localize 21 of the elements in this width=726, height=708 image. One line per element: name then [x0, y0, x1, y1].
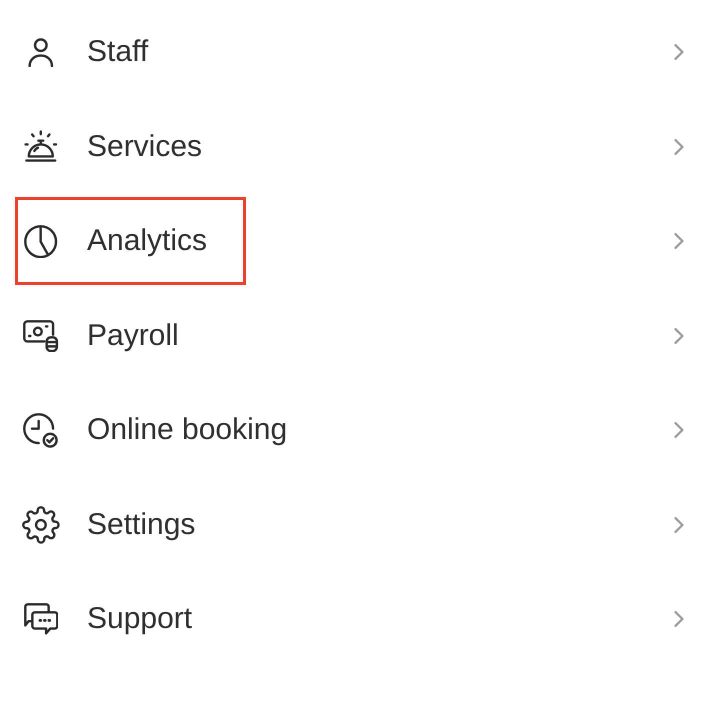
- menu-item[interactable]: Services: [0, 100, 726, 194]
- banknote-coins-icon: [23, 320, 59, 352]
- chevron-right-icon: [674, 328, 684, 344]
- menu-item[interactable]: Analytics: [0, 194, 726, 288]
- service-bell-icon: [24, 130, 58, 164]
- menu-item[interactable]: Online booking: [0, 383, 726, 478]
- chevron-right-icon: [674, 422, 684, 438]
- menu-item[interactable]: Support: [0, 572, 726, 666]
- chevron-right-icon: [674, 233, 684, 250]
- chat-bubbles-icon: [24, 603, 58, 636]
- person-icon: [28, 38, 54, 67]
- menu-item[interactable]: Payroll: [0, 288, 726, 383]
- chevron-right-icon: [674, 44, 684, 60]
- chevron-right-icon: [674, 611, 684, 628]
- settings-icon: [22, 506, 60, 544]
- menu-item[interactable]: Settings: [0, 478, 726, 572]
- chevron-right-icon: [674, 138, 684, 155]
- chevron-right-icon: [674, 516, 684, 533]
- pie-chart-icon: [24, 224, 58, 258]
- menu-item[interactable]: Staff: [0, 5, 726, 100]
- clock-check-icon: [23, 412, 59, 448]
